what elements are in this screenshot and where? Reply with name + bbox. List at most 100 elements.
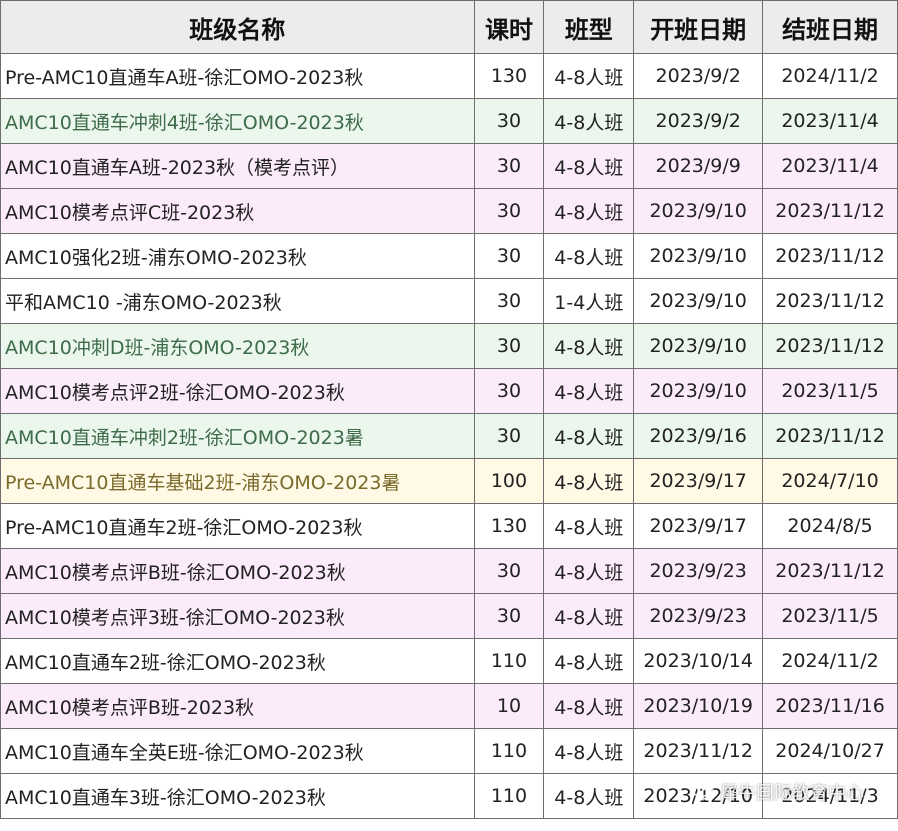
cell-end-date: 2023/11/4 <box>762 143 898 189</box>
watermark-text: 犀牛国际教育中心 <box>720 783 864 804</box>
cell-end-date: 2023/11/16 <box>762 683 898 729</box>
cell-start-date: 2023/9/23 <box>633 593 764 639</box>
cell-end-date: 2023/11/5 <box>762 593 898 639</box>
cell-hours: 130 <box>473 53 545 99</box>
cell-end-date: 2024/10/27 <box>762 728 898 774</box>
cell-start-date: 2023/9/17 <box>633 503 764 549</box>
cell-end-date: 2023/11/12 <box>762 548 898 594</box>
cell-class-name: 平和AMC10 -浦东OMO-2023秋 <box>0 278 475 324</box>
cell-class-type: 4-8人班 <box>543 413 635 459</box>
cell-start-date: 2023/9/10 <box>633 278 764 324</box>
cell-end-date: 2024/8/5 <box>762 503 898 549</box>
watermark: 犀牛国际教育中心 <box>692 779 864 805</box>
table-row: AMC10直通车2班-徐汇OMO-2023秋 110 4-8人班 2023/10/14… <box>0 638 898 684</box>
table-row: AMC10强化2班-浦东OMO-2023秋 30 4-8人班 2023/9/10 202… <box>0 233 898 279</box>
cell-class-name: Pre-AMC10直通车A班-徐汇OMO-2023秋 <box>0 53 475 99</box>
table-row: AMC10模考点评C班-2023秋 30 4-8人班 2023/9/10 2023/11… <box>0 188 898 234</box>
cell-class-type: 4-8人班 <box>543 503 635 549</box>
cell-class-name: AMC10模考点评B班-徐汇OMO-2023秋 <box>0 548 475 594</box>
cell-class-type: 4-8人班 <box>543 638 635 684</box>
table-row: Pre-AMC10直通车基础2班-浦东OMO-2023暑 100 4-8人班 2023… <box>0 458 898 504</box>
cell-class-name: AMC10冲刺D班-浦东OMO-2023秋 <box>0 323 475 369</box>
table-row: AMC10直通车冲刺4班-徐汇OMO-2023秋 30 4-8人班 2023/9/2 2… <box>0 98 898 144</box>
cell-class-name: AMC10模考点评B班-2023秋 <box>0 683 475 729</box>
cell-hours: 30 <box>473 233 545 279</box>
table-row: Pre-AMC10直通车A班-徐汇OMO-2023秋 130 4-8人班 2023/9… <box>0 53 898 99</box>
table-row: AMC10模考点评2班-徐汇OMO-2023秋 30 4-8人班 2023/9/10 2… <box>0 368 898 414</box>
cell-class-type: 4-8人班 <box>543 683 635 729</box>
cell-end-date: 2023/11/12 <box>762 278 898 324</box>
cell-end-date: 2023/11/4 <box>762 98 898 144</box>
cell-class-name: AMC10直通车3班-徐汇OMO-2023秋 <box>0 773 475 819</box>
cell-hours: 100 <box>473 458 545 504</box>
class-schedule-table: 班级名称 课时 班型 开班日期 结班日期 Pre-AMC10直通车A班-徐汇OM… <box>0 0 898 819</box>
cell-class-type: 4-8人班 <box>543 773 635 819</box>
cell-end-date: 2024/11/2 <box>762 638 898 684</box>
table-row: AMC10直通车冲刺2班-徐汇OMO-2023暑 30 4-8人班 2023/9/16… <box>0 413 898 459</box>
cell-start-date: 2023/9/17 <box>633 458 764 504</box>
header-class-type: 班型 <box>543 0 635 54</box>
cell-start-date: 2023/9/10 <box>633 323 764 369</box>
cell-hours: 110 <box>473 773 545 819</box>
cell-start-date: 2023/9/23 <box>633 548 764 594</box>
table-row: AMC10直通车A班-2023秋（模考点评） 30 4-8人班 2023/9/9 202… <box>0 143 898 189</box>
header-hours: 课时 <box>473 0 545 54</box>
cell-class-type: 4-8人班 <box>543 53 635 99</box>
cell-end-date: 2023/11/12 <box>762 233 898 279</box>
cell-class-name: Pre-AMC10直通车2班-徐汇OMO-2023秋 <box>0 503 475 549</box>
cell-hours: 30 <box>473 143 545 189</box>
cell-hours: 30 <box>473 98 545 144</box>
cell-class-type: 4-8人班 <box>543 98 635 144</box>
cell-start-date: 2023/10/14 <box>633 638 764 684</box>
cell-class-name: AMC10模考点评3班-徐汇OMO-2023秋 <box>0 593 475 639</box>
cell-hours: 30 <box>473 548 545 594</box>
table-row: AMC10模考点评B班-2023秋 10 4-8人班 2023/10/19 2023/1… <box>0 683 898 729</box>
cell-class-type: 4-8人班 <box>543 323 635 369</box>
cell-hours: 10 <box>473 683 545 729</box>
cell-class-type: 4-8人班 <box>543 548 635 594</box>
cell-class-name: AMC10模考点评C班-2023秋 <box>0 188 475 234</box>
cell-hours: 30 <box>473 323 545 369</box>
cell-class-type: 4-8人班 <box>543 593 635 639</box>
cell-hours: 110 <box>473 638 545 684</box>
table-row: AMC10模考点评3班-徐汇OMO-2023秋 30 4-8人班 2023/9/23 2… <box>0 593 898 639</box>
cell-class-type: 4-8人班 <box>543 143 635 189</box>
header-end-date: 结班日期 <box>762 0 898 54</box>
cell-start-date: 2023/11/12 <box>633 728 764 774</box>
cell-class-type: 4-8人班 <box>543 728 635 774</box>
cell-hours: 110 <box>473 728 545 774</box>
cell-class-type: 4-8人班 <box>543 458 635 504</box>
cell-start-date: 2023/9/10 <box>633 233 764 279</box>
cell-class-name: Pre-AMC10直通车基础2班-浦东OMO-2023暑 <box>0 458 475 504</box>
cell-hours: 30 <box>473 278 545 324</box>
cell-class-name: AMC10直通车全英E班-徐汇OMO-2023秋 <box>0 728 475 774</box>
cell-end-date: 2024/11/2 <box>762 53 898 99</box>
cell-end-date: 2023/11/12 <box>762 413 898 459</box>
cell-start-date: 2023/9/9 <box>633 143 764 189</box>
cell-start-date: 2023/9/10 <box>633 368 764 414</box>
header-start-date: 开班日期 <box>633 0 764 54</box>
cell-start-date: 2023/9/10 <box>633 188 764 234</box>
cell-class-name: AMC10直通车A班-2023秋（模考点评） <box>0 143 475 189</box>
cell-end-date: 2023/11/12 <box>762 188 898 234</box>
table-row: AMC10模考点评B班-徐汇OMO-2023秋 30 4-8人班 2023/9/23 2… <box>0 548 898 594</box>
cell-class-type: 4-8人班 <box>543 368 635 414</box>
table-row: Pre-AMC10直通车2班-徐汇OMO-2023秋 130 4-8人班 2023/9… <box>0 503 898 549</box>
cell-hours: 130 <box>473 503 545 549</box>
table-row: AMC10冲刺D班-浦东OMO-2023秋 30 4-8人班 2023/9/10 202… <box>0 323 898 369</box>
table-body: Pre-AMC10直通车A班-徐汇OMO-2023秋 130 4-8人班 2023/9… <box>0 53 898 819</box>
cell-class-type: 4-8人班 <box>543 188 635 234</box>
header-class-name: 班级名称 <box>0 0 475 54</box>
cell-hours: 30 <box>473 593 545 639</box>
cell-class-name: AMC10强化2班-浦东OMO-2023秋 <box>0 233 475 279</box>
cell-end-date: 2023/11/12 <box>762 323 898 369</box>
header-row: 班级名称 课时 班型 开班日期 结班日期 <box>0 0 898 54</box>
cell-start-date: 2023/9/16 <box>633 413 764 459</box>
cell-class-type: 1-4人班 <box>543 278 635 324</box>
cell-start-date: 2023/9/2 <box>633 53 764 99</box>
cell-start-date: 2023/10/19 <box>633 683 764 729</box>
cell-end-date: 2024/7/10 <box>762 458 898 504</box>
cell-class-type: 4-8人班 <box>543 233 635 279</box>
cell-class-name: AMC10直通车2班-徐汇OMO-2023秋 <box>0 638 475 684</box>
cell-hours: 30 <box>473 368 545 414</box>
